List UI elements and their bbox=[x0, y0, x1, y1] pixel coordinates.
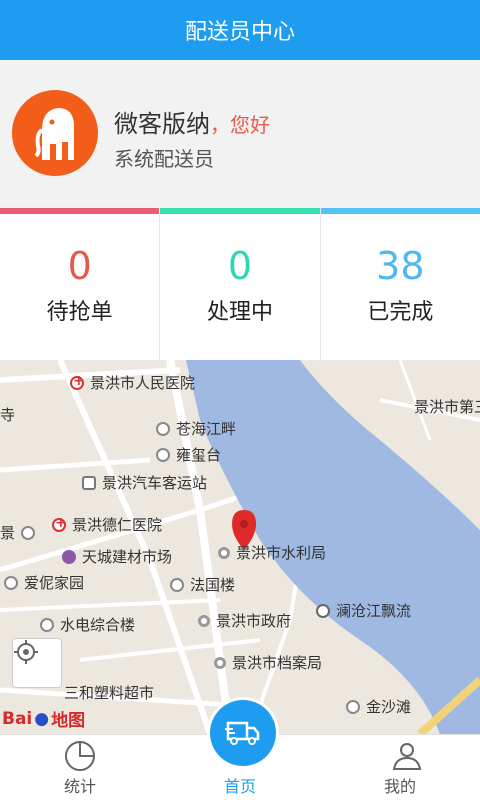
delivery-truck-icon bbox=[225, 721, 260, 745]
stat-label: 已完成 bbox=[367, 300, 434, 325]
map-poi[interactable]: 爱伲家园 bbox=[4, 572, 84, 593]
stats-panel: 0 待抢单 0 处理中 38 已完成 bbox=[0, 208, 480, 360]
building-icon bbox=[156, 421, 170, 436]
building-icon bbox=[40, 617, 54, 632]
map-poi[interactable]: 金沙滩 bbox=[346, 696, 411, 717]
tab-label: 统计 bbox=[63, 777, 96, 796]
map-poi[interactable]: 水电综合楼 bbox=[40, 614, 135, 635]
user-role: 系统配送员 bbox=[114, 147, 214, 171]
top-bar: 配送员中心 bbox=[0, 0, 480, 60]
map-poi[interactable]: 三和塑料超市 bbox=[64, 682, 154, 703]
hospital-icon bbox=[70, 373, 85, 390]
map-view[interactable]: 景洪市人民医院 景洪市第三 苍海江畔 雍玺台 景洪汽车客运站 景洪德仁医院 天城… bbox=[0, 360, 480, 734]
map-poi[interactable]: 天城建材市场 bbox=[62, 546, 172, 567]
stat-accent-bar bbox=[320, 208, 480, 214]
stat-accent-bar bbox=[160, 208, 320, 214]
stat-label: 待抢单 bbox=[46, 300, 113, 325]
map-poi[interactable]: 景洪市第三 bbox=[414, 396, 480, 417]
tab-stats[interactable]: 统计 bbox=[0, 735, 160, 800]
map-poi[interactable]: 法国楼 bbox=[170, 574, 235, 595]
baidu-map-logo: Bai ● 地图 bbox=[2, 708, 86, 732]
paw-icon: ● bbox=[34, 708, 50, 729]
map-poi[interactable]: 景洪市水利局 bbox=[218, 542, 326, 563]
map-poi[interactable]: 苍海江畔 bbox=[156, 418, 236, 439]
stat-value: 38 bbox=[376, 244, 425, 288]
stat-value: 0 bbox=[67, 244, 92, 288]
stat-accent-bar bbox=[0, 208, 160, 214]
tab-mine[interactable]: 我的 bbox=[320, 735, 480, 800]
government-icon bbox=[218, 546, 230, 559]
greeting: ，您好 bbox=[210, 113, 270, 137]
building-icon bbox=[156, 447, 170, 462]
map-poi[interactable]: 景洪市档案局 bbox=[214, 652, 322, 673]
elephant-logo-icon bbox=[34, 108, 74, 160]
stat-completed[interactable]: 38 已完成 bbox=[320, 208, 480, 360]
map-poi[interactable]: 景洪汽车客运站 bbox=[82, 472, 207, 493]
user-name-line: 微客版纳，您好 bbox=[114, 104, 270, 139]
scenic-spot-icon bbox=[316, 603, 330, 618]
stat-processing[interactable]: 0 处理中 bbox=[160, 208, 321, 360]
crosshair-icon bbox=[14, 640, 38, 664]
avatar[interactable] bbox=[12, 90, 98, 176]
pie-chart-icon bbox=[65, 741, 95, 771]
map-poi[interactable]: 寺 bbox=[0, 404, 15, 425]
map-poi[interactable]: 景洪德仁医院 bbox=[52, 514, 162, 535]
user-name: 微客版纳 bbox=[114, 110, 210, 138]
government-icon bbox=[198, 614, 210, 627]
map-poi[interactable]: 景 bbox=[0, 522, 41, 543]
building-icon bbox=[21, 525, 36, 540]
map-poi[interactable]: 雍玺台 bbox=[156, 444, 221, 465]
stat-pending[interactable]: 0 待抢单 bbox=[0, 208, 161, 360]
market-icon bbox=[62, 549, 76, 564]
map-poi[interactable]: 澜沧江飘流 bbox=[316, 600, 411, 621]
user-icon bbox=[392, 743, 422, 770]
stat-label: 处理中 bbox=[206, 300, 273, 325]
tab-label: 首页 bbox=[223, 777, 256, 796]
map-poi[interactable]: 景洪市人民医院 bbox=[70, 372, 195, 393]
building-icon bbox=[346, 699, 360, 714]
locate-button[interactable] bbox=[12, 638, 62, 688]
map-poi[interactable]: 景洪市政府 bbox=[198, 610, 291, 631]
app-root: 配送员中心 微客版纳，您好 系统配送员 0 待抢单 0 处理中 38 已完成 +… bbox=[0, 0, 480, 800]
government-icon bbox=[214, 656, 226, 669]
profile-section: 微客版纳，您好 系统配送员 bbox=[0, 60, 480, 208]
tab-label: 我的 bbox=[383, 777, 416, 796]
building-icon bbox=[4, 575, 18, 590]
stat-value: 0 bbox=[227, 244, 253, 288]
building-icon bbox=[170, 577, 184, 592]
home-delivery-button[interactable] bbox=[210, 700, 276, 766]
bus-station-icon bbox=[82, 475, 96, 490]
page-title: 配送员中心 bbox=[184, 20, 295, 45]
hospital-icon bbox=[52, 515, 67, 532]
